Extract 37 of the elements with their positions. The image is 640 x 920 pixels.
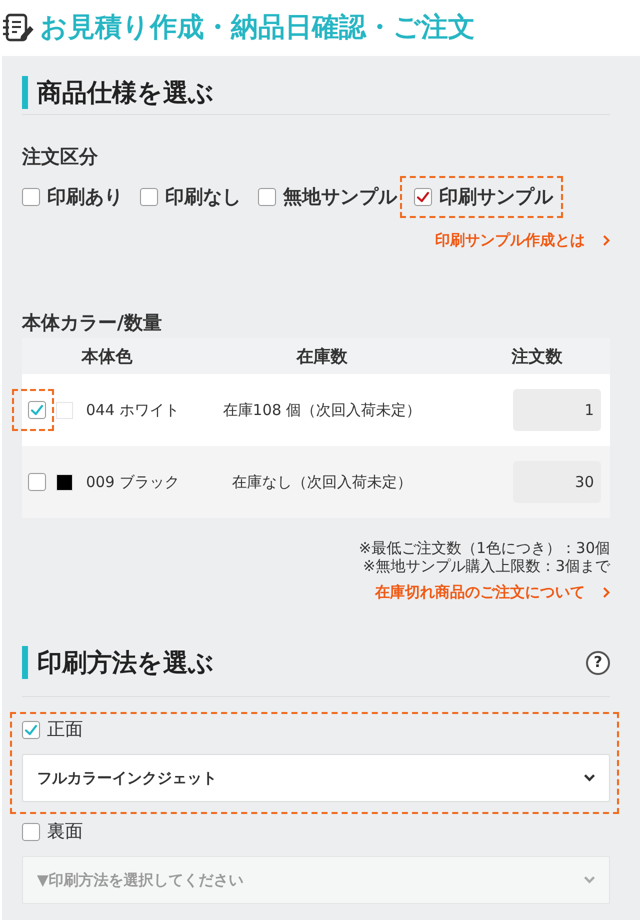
- chevron-down-icon: [584, 774, 595, 782]
- field-label: 本体カラー/数量: [22, 311, 163, 335]
- checkbox-label[interactable]: 印刷なし: [165, 186, 241, 208]
- section-heading: 印刷方法を選ぶ: [37, 647, 214, 679]
- color-name: 044 ホワイト: [86, 400, 180, 420]
- field-label: 注文区分: [22, 145, 99, 169]
- chevron-right-icon: [603, 586, 610, 598]
- checkbox[interactable]: [28, 401, 46, 419]
- checkbox[interactable]: [258, 188, 276, 206]
- stock-status: 在庫なし（次回入荷未定）: [231, 472, 413, 492]
- note-text: ※最低ご注文数（1色につき）：30個: [358, 539, 610, 557]
- print-method-select[interactable]: フルカラーインクジェット: [22, 754, 610, 802]
- checkbox-label[interactable]: 正面: [47, 718, 83, 742]
- checkbox[interactable]: [22, 188, 40, 206]
- chevron-right-icon: [603, 234, 610, 246]
- help-button[interactable]: ?: [586, 650, 610, 674]
- chevron-down-icon: [584, 876, 595, 884]
- checkbox[interactable]: [28, 473, 46, 491]
- checkbox-label[interactable]: 印刷サンプル: [439, 186, 553, 208]
- column-header: 本体色: [80, 346, 134, 368]
- stock-status: 在庫108 個（次回入荷未定）: [222, 400, 422, 420]
- checkbox-label[interactable]: 印刷あり: [47, 186, 123, 208]
- document-pencil-icon: [2, 13, 34, 43]
- section-heading: 商品仕様を選ぶ: [37, 77, 214, 109]
- checkbox[interactable]: [22, 721, 40, 739]
- quantity-input[interactable]: 1: [513, 389, 601, 431]
- color-name: 009 ブラック: [86, 472, 180, 492]
- note-text: ※無地サンプル購入上限数：3個まで: [362, 557, 610, 575]
- quantity-input[interactable]: 30: [513, 461, 601, 503]
- column-header: 注文数: [510, 346, 564, 368]
- checkbox[interactable]: [140, 188, 158, 206]
- accent-bar: [22, 76, 28, 109]
- checkbox-label[interactable]: 無地サンプル: [283, 186, 397, 208]
- checkbox[interactable]: [414, 188, 432, 206]
- page-title: お見積り作成・納品日確認・ご注文: [40, 11, 475, 45]
- column-header: 在庫数: [295, 346, 348, 368]
- accent-bar: [22, 646, 28, 679]
